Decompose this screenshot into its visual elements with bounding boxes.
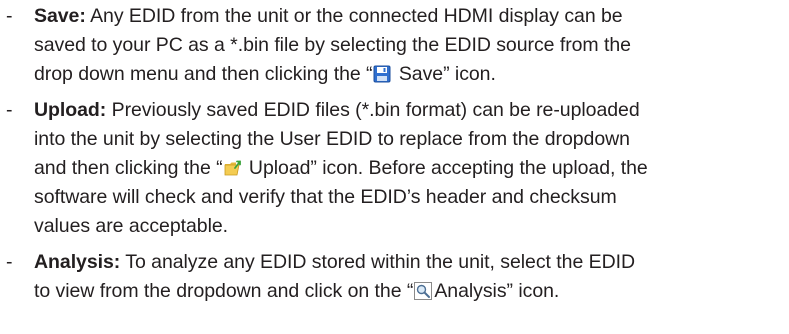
- text-line: values are acceptable.: [34, 215, 229, 237]
- text-line: Any EDID from the unit or the connected …: [90, 5, 623, 27]
- text-line: To analyze any EDID stored within the un…: [125, 251, 635, 273]
- floppy-disk-save-icon: [373, 65, 391, 83]
- term-save: Save:: [34, 5, 86, 27]
- text-line: into the unit by selecting the User EDID…: [34, 128, 630, 150]
- text-line: Analysis” icon.: [434, 280, 560, 302]
- text-line: Previously saved EDID files (*.bin forma…: [111, 99, 640, 121]
- edid-functions-list: - Save: Any EDID from the unit or the co…: [0, 0, 789, 334]
- term-analysis: Analysis:: [34, 251, 121, 273]
- text-line: Save” icon.: [393, 63, 496, 85]
- list-bullet: -: [6, 251, 13, 273]
- magnifier-analysis-icon: [414, 282, 433, 300]
- folder-upload-icon: [224, 159, 242, 177]
- list-item-text: Save: Any EDID from the unit or the conn…: [34, 2, 784, 89]
- text-line: saved to your PC as a *.bin file by sele…: [34, 34, 631, 56]
- text-line: and then clicking the “: [34, 157, 223, 179]
- term-upload: Upload:: [34, 99, 107, 121]
- list-item-text: Analysis: To analyze any EDID stored wit…: [34, 248, 784, 306]
- text-line: Upload” icon. Before accepting the uploa…: [243, 157, 648, 179]
- list-bullet: -: [6, 5, 13, 27]
- text-line: software will check and verify that the …: [34, 186, 617, 208]
- text-line: to view from the dropdown and click on t…: [34, 280, 414, 302]
- text-line: drop down menu and then clicking the “: [34, 63, 373, 85]
- list-item-text: Upload: Previously saved EDID files (*.b…: [34, 96, 784, 241]
- list-bullet: -: [6, 99, 13, 121]
